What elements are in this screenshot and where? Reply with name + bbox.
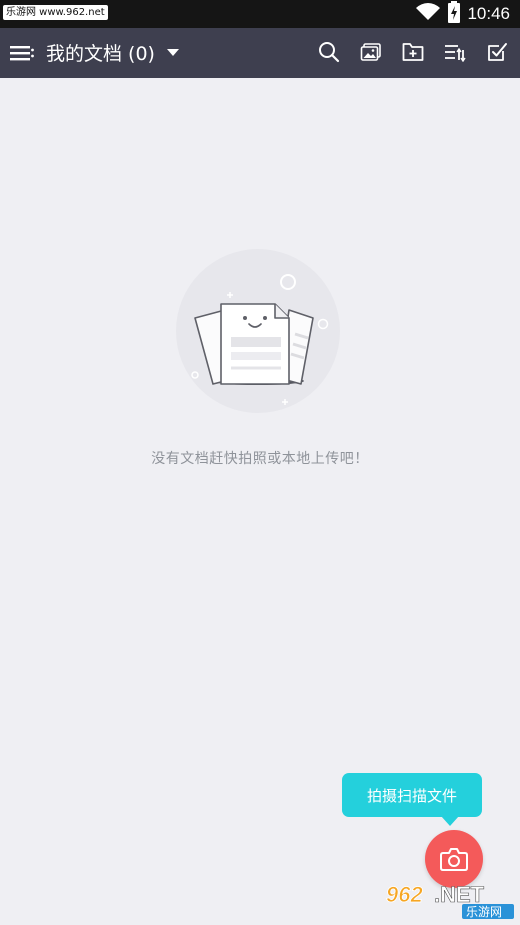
- empty-state-message: 没有文档赶快拍照或本地上传吧！: [151, 451, 369, 467]
- menu-button[interactable]: [8, 40, 36, 66]
- svg-text:乐游网: 乐游网: [466, 905, 502, 919]
- select-button[interactable]: [484, 38, 510, 66]
- sort-button[interactable]: [442, 38, 468, 66]
- status-bar: 乐游网 www.962.net 10:46: [0, 0, 520, 28]
- menu-icon: [10, 46, 34, 61]
- search-icon: [319, 42, 340, 63]
- caret-down-icon: [166, 48, 179, 56]
- new-folder-button[interactable]: [400, 38, 426, 66]
- app-bar: 我的文档 (0): [0, 28, 520, 78]
- new-folder-icon: [402, 43, 424, 61]
- sort-icon: [445, 45, 466, 62]
- select-check-icon: [488, 43, 507, 61]
- status-icons: 10:46: [415, 1, 510, 27]
- wifi-icon: [415, 2, 441, 26]
- tooltip-pointer: [441, 816, 459, 826]
- svg-text:962: 962: [386, 882, 423, 907]
- clock-time: 10:46: [467, 4, 510, 23]
- scan-tooltip[interactable]: 拍摄扫描文件: [342, 773, 482, 817]
- site-watermark-logo: 962 .NET 乐游网: [386, 882, 514, 919]
- scan-tooltip-label: 拍摄扫描文件: [366, 786, 457, 805]
- empty-documents-illustration: [176, 249, 340, 413]
- image-import-icon: [360, 43, 381, 61]
- watermark-label: 乐游网 www.962.net: [3, 5, 108, 20]
- document-folder-dropdown[interactable]: 我的文档 (0): [46, 39, 179, 66]
- toolbar-actions: [316, 38, 510, 66]
- page-title: 我的文档 (0): [46, 43, 155, 65]
- import-image-button[interactable]: [358, 38, 384, 66]
- battery-charging-icon: [447, 1, 461, 27]
- svg-text:.NET: .NET: [434, 882, 485, 907]
- search-button[interactable]: [316, 38, 342, 66]
- camera-icon: [440, 848, 468, 871]
